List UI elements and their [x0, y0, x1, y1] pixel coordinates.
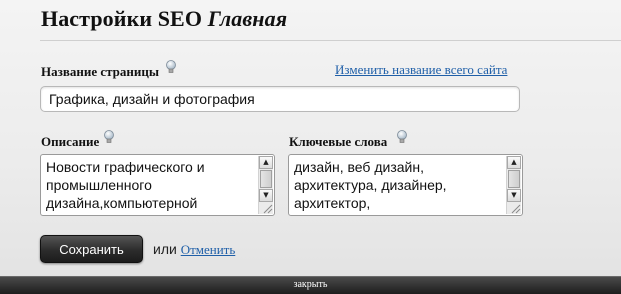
scrollbar-thumb[interactable]: [508, 170, 520, 188]
keywords-textarea[interactable]: дизайн, веб дизайн, архитектура, дизайне…: [288, 154, 523, 216]
page-header: Настройки SEO Главная: [0, 0, 621, 41]
lightbulb-icon[interactable]: [103, 129, 115, 145]
close-link[interactable]: закрыть: [0, 279, 621, 290]
page-title: Настройки SEO Главная: [41, 6, 287, 32]
resize-grip-icon[interactable]: [261, 202, 273, 214]
description-textarea[interactable]: Новости графического и промышленного диз…: [40, 154, 275, 216]
or-label: или: [153, 241, 177, 257]
lightbulb-icon[interactable]: [165, 59, 177, 75]
title-text: Настройки SEO: [41, 6, 203, 31]
header-divider: [40, 40, 621, 41]
arrow-down-icon[interactable]: ▼: [507, 189, 521, 202]
arrow-down-icon[interactable]: ▼: [259, 189, 273, 202]
page-name-input[interactable]: [40, 86, 520, 112]
or-text: или Отменить: [153, 241, 235, 258]
description-text[interactable]: Новости графического и промышленного диз…: [46, 158, 256, 212]
keywords-label: Ключевые слова: [289, 134, 388, 149]
scrollbar-thumb[interactable]: [260, 170, 272, 188]
save-button[interactable]: Сохранить: [40, 235, 143, 263]
keywords-text[interactable]: дизайн, веб дизайн, архитектура, дизайне…: [294, 158, 504, 212]
lightbulb-icon[interactable]: [396, 129, 408, 145]
change-site-name-link[interactable]: Изменить название всего сайта: [335, 62, 507, 78]
page-name-label: Название страницы: [41, 64, 160, 79]
cancel-link[interactable]: Отменить: [181, 242, 236, 257]
arrow-up-icon[interactable]: ▲: [259, 156, 273, 169]
footer-bar: закрыть: [0, 276, 621, 294]
title-page-name: Главная: [207, 6, 288, 31]
arrow-up-icon[interactable]: ▲: [507, 156, 521, 169]
resize-grip-icon[interactable]: [509, 202, 521, 214]
description-label: Описание: [41, 134, 100, 149]
